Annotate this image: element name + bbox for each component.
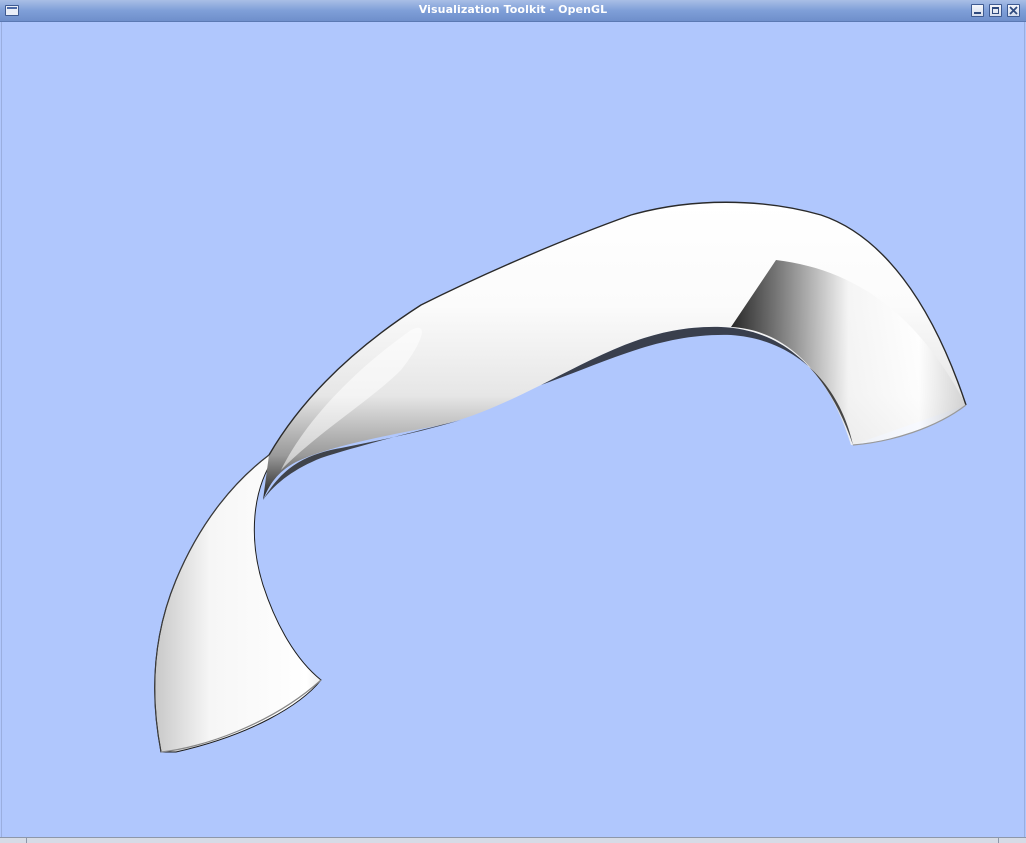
- minimize-button[interactable]: [971, 4, 984, 17]
- window-title: Visualization Toolkit - OpenGL: [418, 3, 608, 16]
- minimize-icon: [974, 12, 981, 14]
- close-button[interactable]: [1007, 4, 1020, 17]
- tube-surface: [154, 201, 967, 753]
- render-viewport[interactable]: [1, 22, 1025, 837]
- resize-grip-right[interactable]: [998, 838, 999, 843]
- resize-grip-left[interactable]: [26, 838, 27, 843]
- vtk-render-window: Visualization Toolkit - OpenGL: [0, 0, 1026, 843]
- title-bar[interactable]: Visualization Toolkit - OpenGL: [0, 0, 1026, 22]
- maximize-button[interactable]: [989, 4, 1002, 17]
- maximize-icon: [992, 7, 999, 14]
- window-bottom-border: [0, 837, 1026, 843]
- close-icon: [1009, 6, 1018, 15]
